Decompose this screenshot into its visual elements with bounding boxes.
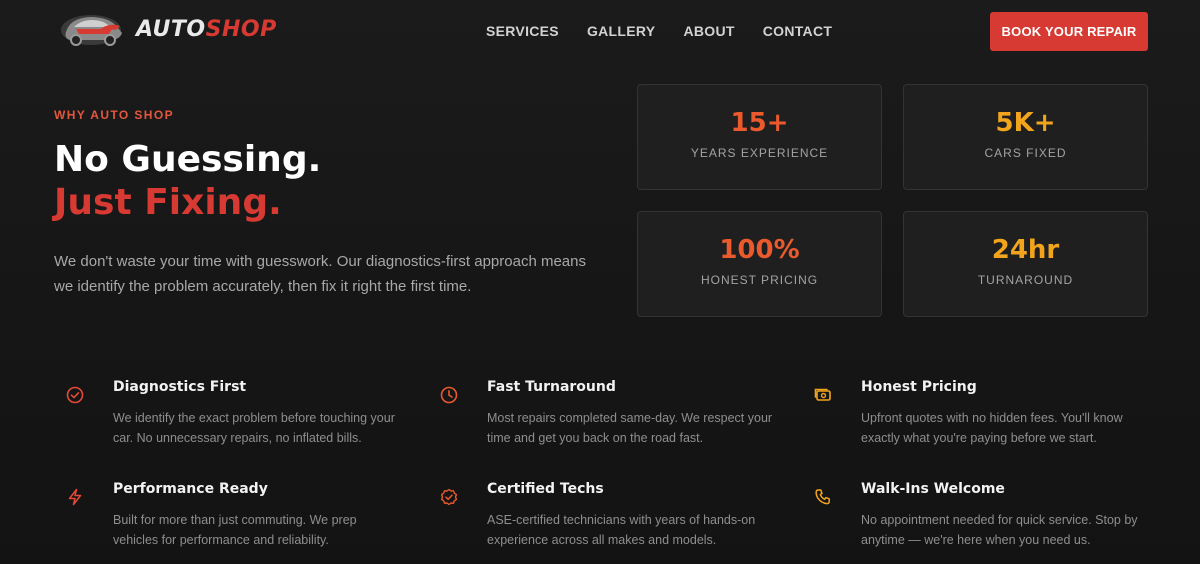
- feature-title: Certified Techs: [487, 481, 604, 497]
- feature-text: Most repairs completed same-day. We resp…: [487, 411, 773, 445]
- nav-link-about[interactable]: ABOUT: [683, 23, 734, 39]
- stat-label: HONEST PRICING: [700, 273, 819, 287]
- car-logo-icon: [61, 15, 122, 46]
- money-icon: [814, 388, 831, 401]
- check-badge-icon: [440, 488, 458, 506]
- feature-title: Honest Pricing: [861, 379, 977, 395]
- stat-card-pricing: 100% HONEST PRICING: [637, 211, 882, 317]
- hero-lead-text: We don't waste your time with guesswork.…: [54, 253, 586, 295]
- nav-link-gallery[interactable]: GALLERY: [587, 23, 655, 39]
- feature-title: Diagnostics First: [113, 379, 247, 395]
- feature-text: Built for more than just commuting. We p…: [113, 513, 357, 547]
- feature-text: Upfront quotes with no hidden fees. You'…: [861, 411, 1123, 445]
- stat-value: 100%: [719, 235, 800, 265]
- clock-icon: [440, 386, 458, 404]
- feature-title: Fast Turnaround: [487, 379, 616, 395]
- nav-link-contact[interactable]: CONTACT: [763, 23, 833, 39]
- lightning-icon: [68, 488, 82, 506]
- stat-card-years: 15+ YEARS EXPERIENCE: [637, 84, 882, 190]
- stat-card-cars: 5K+ CARS FIXED: [903, 84, 1148, 190]
- phone-icon: [815, 489, 830, 505]
- stat-label: CARS FIXED: [984, 146, 1067, 160]
- stat-label: TURNAROUND: [977, 273, 1074, 287]
- feature-text: ASE-certified technicians with years of …: [487, 513, 756, 547]
- feature-text: No appointment needed for quick service.…: [861, 513, 1138, 547]
- book-repair-button[interactable]: BOOK YOUR REPAIR: [990, 12, 1148, 51]
- stat-label: YEARS EXPERIENCE: [690, 146, 829, 160]
- headline-line-1: No Guessing.: [54, 139, 322, 180]
- stat-value: 5K+: [995, 108, 1056, 138]
- section-eyebrow: WHY AUTO SHOP: [54, 108, 174, 122]
- brand-wordmark: AUTOSHOP: [136, 19, 277, 41]
- stat-value: 15+: [730, 108, 789, 138]
- brand-word-shop: SHOP: [205, 17, 277, 42]
- brand-word-auto: AUTO: [136, 17, 206, 42]
- headline-line-2: Just Fixing.: [54, 182, 282, 223]
- hero-headline: No Guessing. Just Fixing.: [54, 138, 321, 224]
- site-header: AUTOSHOP SERVICES GALLERY ABOUT CONTACT …: [0, 0, 1200, 62]
- feature-title: Walk-Ins Welcome: [861, 481, 1005, 497]
- stat-value: 24hr: [991, 235, 1060, 265]
- feature-text: We identify the exact problem before tou…: [113, 411, 395, 445]
- nav-link-services[interactable]: SERVICES: [486, 23, 559, 39]
- feature-title: Performance Ready: [113, 481, 268, 497]
- stat-card-turnaround: 24hr TURNAROUND: [903, 211, 1148, 317]
- check-badge-icon: [66, 386, 84, 404]
- brand-logo[interactable]: AUTOSHOP: [54, 8, 277, 52]
- main-nav: SERVICES GALLERY ABOUT CONTACT: [486, 23, 860, 39]
